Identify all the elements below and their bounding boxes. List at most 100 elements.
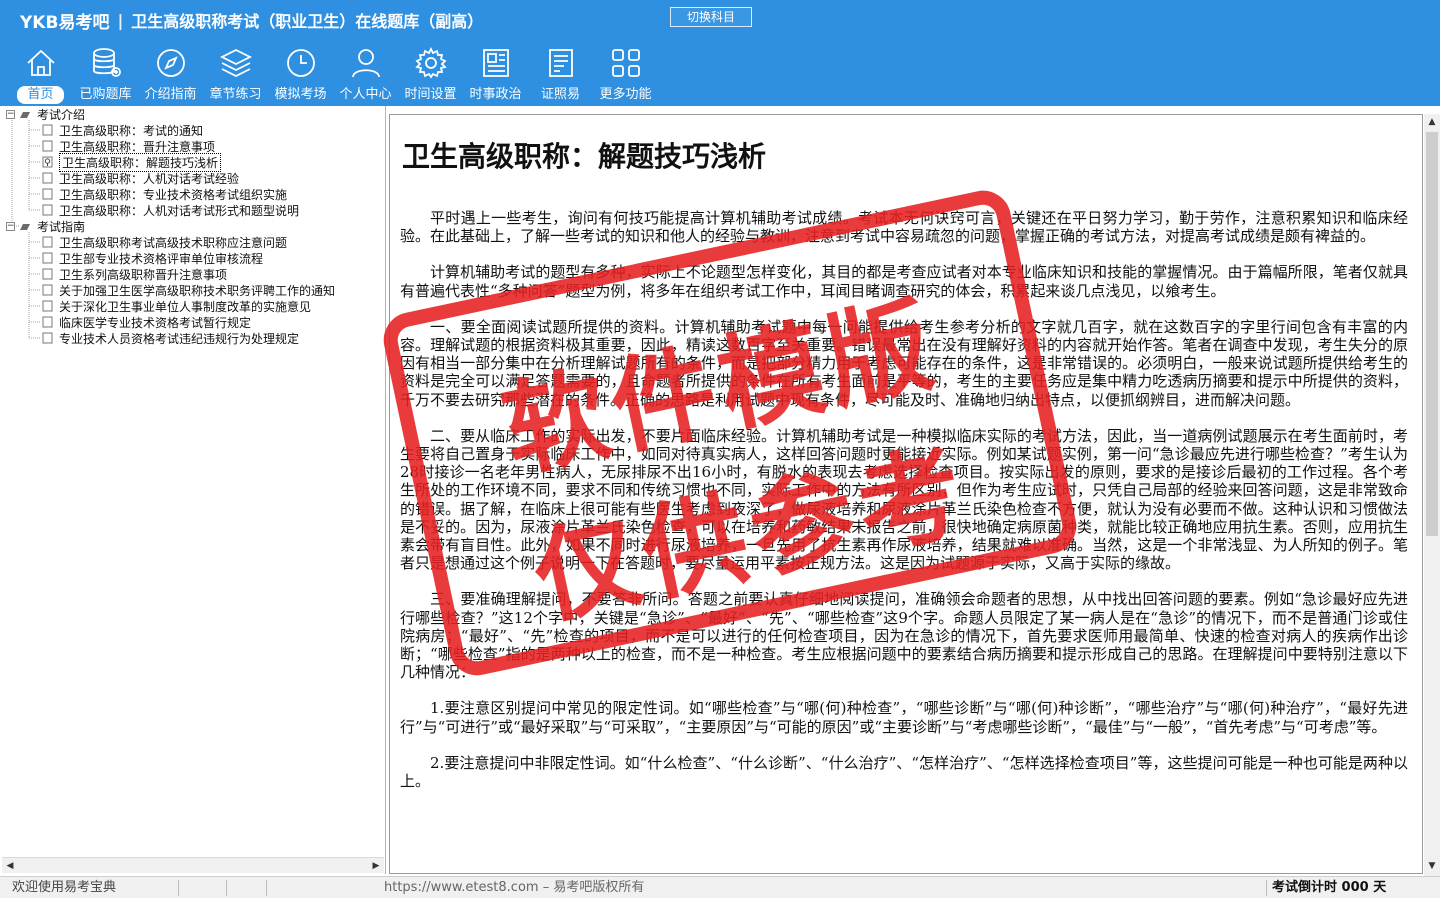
tree-horizontal-scrollbar[interactable]: ◀ ▶ — [2, 857, 384, 873]
nav-label: 更多功能 — [599, 87, 652, 102]
nav-chapter[interactable]: 章节练习 — [203, 46, 268, 104]
tree-item[interactable]: 关于深化卫生事业单位人事制度改革的实施意见 — [42, 298, 311, 314]
tree-item-label: 临床医学专业技术资格考试暂行规定 — [59, 315, 252, 330]
scroll-right-icon[interactable]: ▶ — [370, 860, 382, 872]
brand: YKB易考吧 | 卫生高级职称考试（职业卫生）在线题库（副高） — [20, 8, 484, 33]
article-title: 卫生高级职称：解题技巧浅析 — [402, 140, 767, 173]
nav-guide[interactable]: 介绍指南 — [138, 46, 203, 104]
tree-item[interactable]: 卫生高级职称考试高级技术职称应注意问题 — [42, 234, 287, 250]
nav-label: 模拟考场 — [274, 87, 327, 102]
app-header: YKB易考吧 | 卫生高级职称考试（职业卫生）在线题库（副高） 切换科目 首页 … — [0, 0, 1440, 106]
nav-home[interactable]: 首页 — [8, 46, 73, 104]
nav-time-settings[interactable]: 时间设置 — [398, 46, 463, 104]
app-title: 卫生高级职称考试（职业卫生）在线题库（副高） — [131, 12, 484, 31]
nav-current-affairs[interactable]: 时事政治 — [463, 46, 528, 104]
nav-more[interactable]: 更多功能 — [593, 46, 658, 104]
tree-item-label: 卫生部专业技术资格评审单位审核流程 — [59, 251, 264, 266]
nav-label: 证照易 — [540, 87, 580, 102]
nav-label: 首页 — [17, 86, 64, 104]
tree-item-label: 专业技术人员资格考试违纪违规行为处理规定 — [59, 331, 300, 346]
tree-item[interactable]: 专业技术人员资格考试违纪违规行为处理规定 — [42, 330, 299, 346]
article-paragraph: 三、要准确理解提问，不要答非所问。答题之前要认真仔细地阅读提问，准确领会命题者的… — [400, 590, 1408, 682]
nav-label: 章节练习 — [209, 87, 262, 102]
tree-item-label: 关于深化卫生事业单位人事制度改革的实施意见 — [59, 299, 312, 314]
tree-group-exam-guide[interactable]: − 考试指南 — [6, 218, 85, 234]
user-icon — [351, 49, 380, 78]
tree-item[interactable]: 关于加强卫生医学高级职称技术职务评聘工作的通知 — [42, 282, 335, 298]
tree-item[interactable]: 卫生高级职称：人机对话考试经验 — [42, 170, 239, 186]
database-icon — [92, 48, 121, 77]
nav-label: 介绍指南 — [144, 87, 197, 102]
article-paragraph: 计算机辅助考试的题型有多种，实际上不论题型怎样变化，其目的都是考查应试者对本专业… — [400, 263, 1408, 300]
layers-icon — [219, 48, 252, 78]
page-icon — [42, 172, 53, 184]
status-website: https://www.etest8.com – 易考吧版权所有 — [384, 880, 645, 895]
folder-open-icon — [20, 224, 30, 230]
location-pin-icon — [42, 156, 53, 168]
nav-certificate[interactable]: 证照易 — [528, 46, 593, 104]
gear-icon — [414, 46, 447, 79]
tree-item-label: 卫生高级职称：人机对话考试形式和题型说明 — [59, 203, 300, 218]
main-nav: 首页 已购题库 介绍指南 章节练习 模拟考场 个人中心 时间设置 时事政治 证照… — [8, 46, 658, 104]
tree-group-label: 考试介绍 — [37, 107, 86, 122]
page-icon — [42, 284, 53, 296]
nav-profile[interactable]: 个人中心 — [333, 46, 398, 104]
collapse-toggle[interactable]: − — [6, 221, 15, 231]
page-icon — [42, 252, 53, 264]
nav-mock-exam[interactable]: 模拟考场 — [268, 46, 333, 104]
switch-subject-button[interactable]: 切换科目 — [670, 7, 752, 27]
app-logo: YKB易考吧 — [20, 12, 110, 33]
tree-group-label: 考试指南 — [37, 219, 86, 234]
tree-item-label: 卫生高级职称：考试的通知 — [59, 123, 204, 138]
tree-item-label: 关于加强卫生医学高级职称技术职务评聘工作的通知 — [59, 283, 336, 298]
article-paragraph: 2.要注意提问中非限定性词。如“什么检查”、“什么诊断”、“什么治疗”、“怎样治… — [400, 753, 1408, 791]
brand-separator: | — [117, 10, 124, 30]
news-icon — [482, 49, 509, 77]
collapse-toggle[interactable]: − — [6, 109, 15, 119]
tree-group-exam-intro[interactable]: − 考试介绍 — [6, 106, 85, 122]
topic-tree: − 考试介绍 卫生高级职称：考试的通知 卫生高级职称：晋升注意事项 卫生高级职称… — [0, 106, 386, 874]
page-icon — [42, 300, 53, 312]
status-divider — [1266, 880, 1267, 896]
status-divider — [266, 880, 267, 896]
nav-purchased[interactable]: 已购题库 — [73, 46, 138, 104]
status-welcome: 欢迎使用易考宝典 — [12, 880, 117, 895]
status-bar: 欢迎使用易考宝典 https://www.etest8.com – 易考吧版权所… — [0, 876, 1440, 898]
article-vertical-scrollbar[interactable]: ▲ ▼ — [1424, 114, 1440, 876]
tree-item-label: 卫生高级职称：专业技术资格考试组织实施 — [59, 187, 288, 202]
tree-item[interactable]: 卫生高级职称：人机对话考试形式和题型说明 — [42, 202, 299, 218]
scroll-up-icon[interactable]: ▲ — [1426, 116, 1438, 128]
status-countdown: 考试倒计时 000 天 — [1272, 880, 1387, 895]
page-icon — [42, 316, 53, 328]
tree-item-selected[interactable]: 卫生高级职称：解题技巧浅析 — [42, 152, 222, 172]
page-icon — [42, 188, 53, 200]
clock-icon — [286, 49, 315, 77]
scroll-down-icon[interactable]: ▼ — [1426, 860, 1438, 872]
page-icon — [42, 124, 53, 136]
article-body: 平时遇上一些考生，询问有何技巧能提高计算机辅助考试成绩。考试本无何诀窍可言，关键… — [400, 209, 1408, 808]
article-paragraph: 1.要注意区别提问中常见的限定性词。如“哪些检查”与“哪(何)种检查”，“哪些诊… — [400, 699, 1408, 736]
page-icon — [42, 140, 53, 152]
document-icon — [548, 49, 573, 77]
article-paragraph: 一、要全面阅读试题所提供的资料。计算机辅助考试题中每一问能提供给考生参考分析的文… — [400, 317, 1408, 409]
nav-label: 时事政治 — [469, 87, 522, 102]
nav-label: 个人中心 — [339, 87, 392, 102]
article-paragraph: 平时遇上一些考生，询问有何技巧能提高计算机辅助考试成绩。考试本无何诀窍可言，关键… — [400, 209, 1408, 246]
scroll-left-icon[interactable]: ◀ — [4, 860, 16, 872]
page-icon — [42, 332, 53, 344]
tree-item-label: 卫生高级职称考试高级技术职称应注意问题 — [59, 235, 288, 250]
home-icon — [26, 49, 55, 76]
tree-item[interactable]: 卫生高级职称：考试的通知 — [42, 122, 203, 138]
status-divider — [178, 880, 179, 896]
tree-item-label: 卫生系列高级职称晋升注意事项 — [59, 267, 228, 282]
tree-item[interactable]: 临床医学专业技术资格考试暂行规定 — [42, 314, 251, 330]
compass-icon — [156, 49, 185, 77]
article-paragraph: 二、要从临床工作的实际出发，不要片面临床经验。计算机辅助考试是一种模拟临床实际的… — [400, 426, 1408, 573]
scrollbar-thumb[interactable] — [1426, 132, 1438, 536]
tree-item[interactable]: 卫生系列高级职称晋升注意事项 — [42, 266, 227, 282]
tree-item[interactable]: 卫生高级职称：专业技术资格考试组织实施 — [42, 186, 287, 202]
tree-item[interactable]: 卫生部专业技术资格评审单位审核流程 — [42, 250, 263, 266]
folder-open-icon — [20, 112, 30, 118]
nav-label: 已购题库 — [79, 87, 132, 102]
page-icon — [42, 236, 53, 248]
